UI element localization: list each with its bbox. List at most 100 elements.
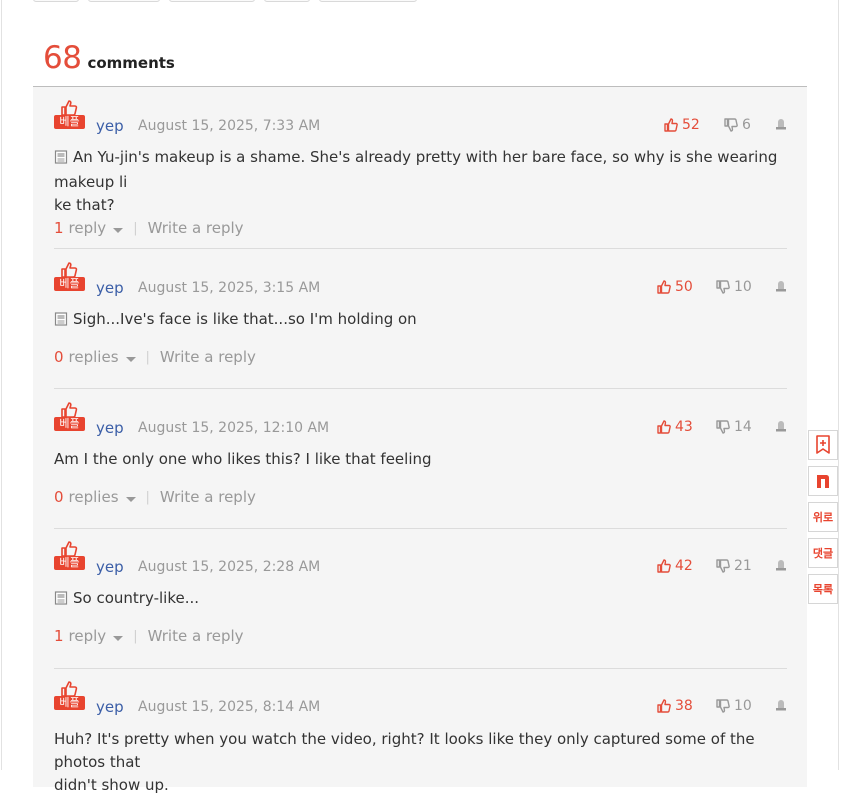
like-count: 38 (675, 698, 693, 714)
comment-item: 베플 yep August 15, 2025, 7:33 AM 52 6 An … (54, 99, 787, 249)
thumbs-up-icon (61, 541, 78, 557)
like-icon (657, 420, 671, 434)
comment-count-label: comments (87, 54, 175, 72)
comment-author[interactable]: yep (96, 117, 124, 135)
best-label: 베플 (54, 115, 85, 129)
like-icon (664, 118, 678, 132)
scroll-top-button[interactable]: 위로 (808, 502, 838, 532)
n-logo-button[interactable] (808, 466, 838, 496)
replies-toggle[interactable]: 1 reply (54, 627, 124, 645)
comment-date: August 15, 2025, 2:28 AM (138, 559, 321, 575)
dislike-button[interactable]: 14 (716, 419, 752, 435)
comment-text-continued: didn't show up. (54, 776, 169, 794)
replies-toggle[interactable]: 1 reply (54, 219, 124, 237)
dislike-button[interactable]: 6 (724, 117, 751, 133)
report-icon (776, 560, 786, 571)
comment-author[interactable]: yep (96, 419, 124, 437)
report-button[interactable] (775, 698, 787, 717)
document-icon (54, 589, 68, 612)
bookmark-icon (816, 435, 830, 454)
best-comment-badge: 베플 (54, 680, 85, 710)
like-icon (657, 559, 671, 573)
like-icon (657, 699, 671, 713)
thumbs-up-icon (61, 262, 78, 278)
comment-actions: 1 reply | Write a reply (54, 219, 244, 237)
document-icon (54, 310, 68, 333)
top-tab[interactable] (169, 0, 255, 2)
comment-author[interactable]: yep (96, 558, 124, 576)
best-comment-badge: 베플 (54, 99, 85, 129)
write-reply-link[interactable]: Write a reply (160, 348, 256, 366)
reply-label: reply (68, 219, 107, 237)
comment-item: 베플 yep August 15, 2025, 3:15 AM 50 10 Si… (54, 261, 787, 389)
dislike-button[interactable]: 10 (716, 279, 752, 295)
comment-date: August 15, 2025, 12:10 AM (138, 420, 330, 436)
best-comment-badge: 베플 (54, 540, 85, 570)
like-button[interactable]: 38 (657, 698, 693, 714)
like-button[interactable]: 42 (657, 558, 693, 574)
report-button[interactable] (775, 558, 787, 577)
comment-body: Am I the only one who likes this? I like… (54, 448, 787, 471)
dislike-count: 14 (734, 419, 752, 435)
top-tab[interactable] (88, 0, 160, 2)
report-button[interactable] (775, 419, 787, 438)
best-comment-badge: 베플 (54, 261, 85, 291)
comment-text-continued: ke that? (54, 196, 115, 214)
comment-author[interactable]: yep (96, 698, 124, 716)
chevron-down-icon (113, 228, 124, 233)
dislike-icon (716, 559, 730, 573)
write-reply-link[interactable]: Write a reply (160, 488, 256, 506)
thumbs-up-icon (61, 402, 78, 418)
bookmark-button[interactable] (808, 430, 838, 460)
top-tab-strip (33, 0, 417, 2)
like-count: 42 (675, 558, 693, 574)
dislike-icon (716, 280, 730, 294)
comment-body: Sigh...Ive's face is like that...so I'm … (54, 308, 787, 333)
list-button[interactable]: 목록 (808, 574, 838, 604)
report-icon (776, 119, 786, 130)
comment-text: So country-like... (73, 589, 199, 607)
thumbs-up-icon (61, 100, 78, 116)
report-button[interactable] (775, 117, 787, 136)
write-reply-link[interactable]: Write a reply (148, 627, 244, 645)
comment-actions: 0 replies | Write a reply (54, 488, 256, 506)
side-rail: 위로 댓글 목록 (808, 430, 839, 610)
comment-text: Am I the only one who likes this? I like… (54, 450, 432, 468)
like-button[interactable]: 50 (657, 279, 693, 295)
comment-date: August 15, 2025, 3:15 AM (138, 280, 321, 296)
document-icon (54, 148, 68, 171)
dislike-button[interactable]: 10 (716, 698, 752, 714)
reply-count: 0 (54, 488, 64, 506)
replies-toggle[interactable]: 0 replies (54, 488, 136, 506)
best-label: 베플 (54, 417, 85, 431)
dislike-button[interactable]: 21 (716, 558, 752, 574)
dislike-icon (716, 699, 730, 713)
chevron-down-icon (125, 497, 136, 502)
comment-list: 베플 yep August 15, 2025, 7:33 AM 52 6 An … (33, 86, 807, 794)
replies-toggle[interactable]: 0 replies (54, 348, 136, 366)
like-button[interactable]: 52 (664, 117, 700, 133)
divider: | (145, 489, 150, 505)
best-label: 베플 (54, 277, 85, 291)
divider: | (145, 349, 150, 365)
like-button[interactable]: 43 (657, 419, 693, 435)
top-tab[interactable] (33, 0, 79, 2)
comment-text: Huh? It's pretty when you watch the vide… (54, 730, 755, 771)
comment-body: Huh? It's pretty when you watch the vide… (54, 728, 787, 797)
comment-count: 68 (43, 40, 82, 76)
reply-label: replies (68, 348, 119, 366)
top-tab[interactable] (264, 0, 310, 2)
comment-actions: 1 reply | Write a reply (54, 627, 244, 645)
best-label: 베플 (54, 696, 85, 710)
report-icon (776, 421, 786, 432)
comment-author[interactable]: yep (96, 279, 124, 297)
comments-jump-button[interactable]: 댓글 (808, 538, 838, 568)
report-button[interactable] (775, 279, 787, 298)
write-reply-link[interactable]: Write a reply (148, 219, 244, 237)
dislike-count: 21 (734, 558, 752, 574)
dislike-icon (724, 118, 738, 132)
best-comment-badge: 베플 (54, 401, 85, 431)
top-tab[interactable] (319, 0, 417, 2)
dislike-count: 10 (734, 698, 752, 714)
comment-text: Sigh...Ive's face is like that...so I'm … (73, 310, 417, 328)
